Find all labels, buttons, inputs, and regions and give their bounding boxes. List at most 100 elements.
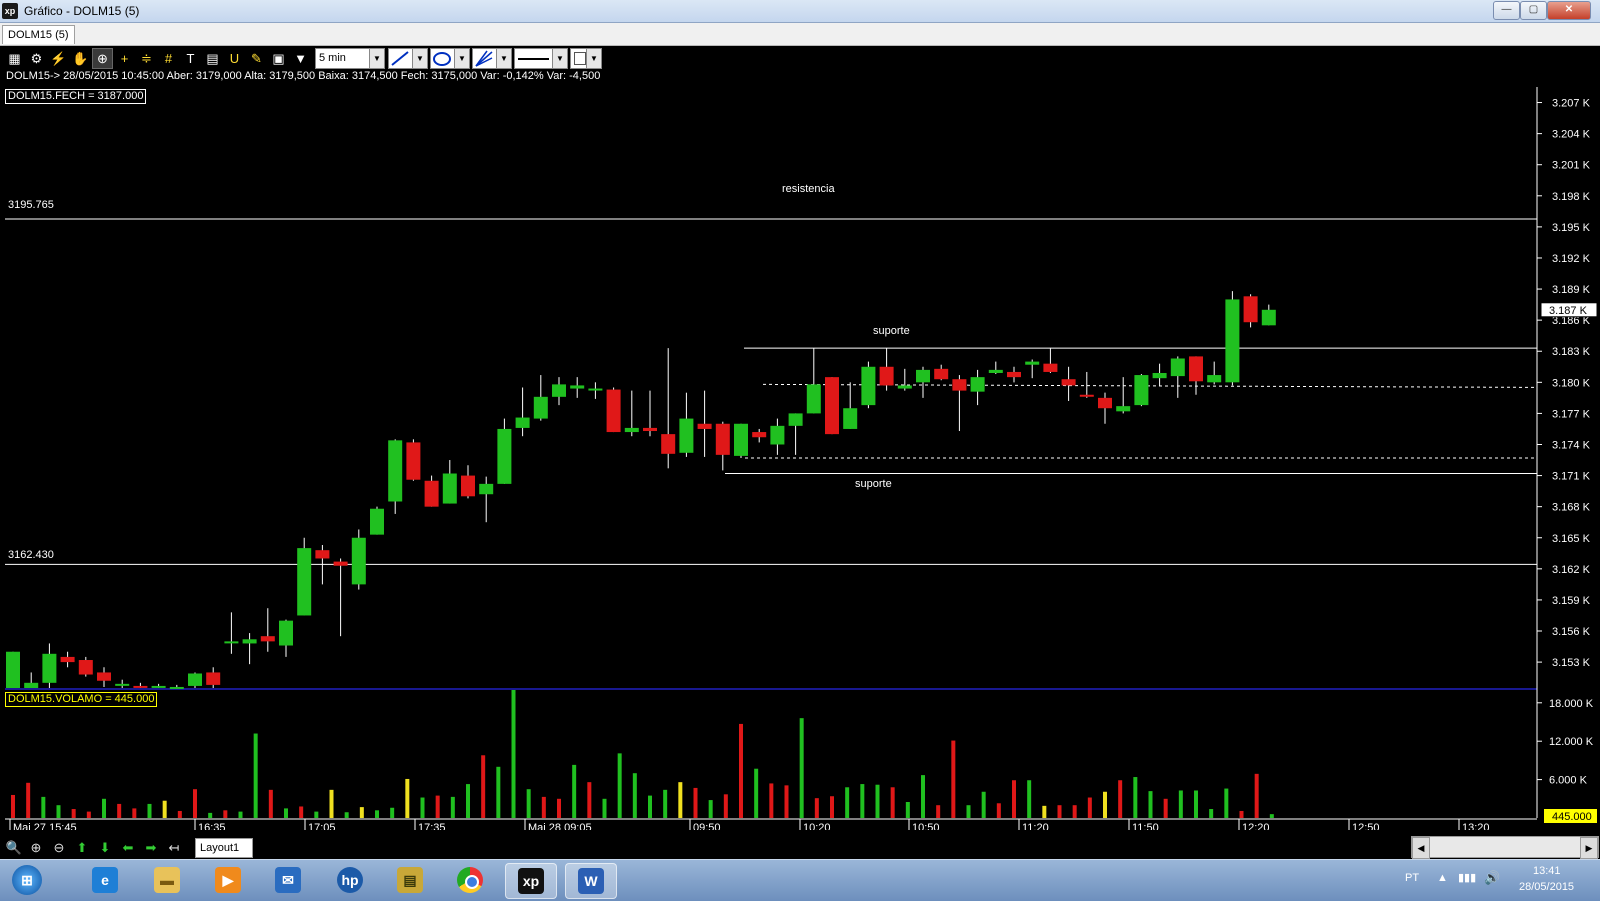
candle-body xyxy=(1189,356,1203,382)
volume-bar xyxy=(1163,798,1168,818)
show-hidden-icons-icon[interactable]: ▲ xyxy=(1437,872,1448,884)
candle-body xyxy=(1079,394,1094,397)
calculator-icon[interactable]: ▤ xyxy=(203,49,222,68)
file-explorer-icon[interactable]: ▬ xyxy=(142,863,192,897)
settings-gear-icon[interactable]: ⚙ xyxy=(27,49,46,68)
xp-broker-icon[interactable]: xp xyxy=(505,863,557,899)
zoom-out-icon[interactable]: ⊖ xyxy=(50,839,68,856)
volume-bar xyxy=(1254,773,1259,818)
zoom-in-icon[interactable]: ⊕ xyxy=(27,839,45,856)
minimize-button[interactable]: — xyxy=(1493,1,1520,20)
horizontal-scrollbar[interactable]: ◀ ▶ xyxy=(1411,836,1599,859)
candle-body xyxy=(333,561,348,566)
volume-bar xyxy=(1133,777,1138,818)
internet-explorer-icon[interactable]: e xyxy=(80,863,130,897)
timeframe-select[interactable]: 5 min ▼ xyxy=(315,48,385,69)
text-tool-icon[interactable]: T xyxy=(181,49,200,68)
line-style-select[interactable]: ▼ xyxy=(514,48,568,69)
volume-bar xyxy=(1194,790,1198,818)
candle-body xyxy=(297,548,312,616)
scroll-left-icon[interactable]: ◀ xyxy=(1412,837,1430,859)
tab-dolm15[interactable]: DOLM15 (5) xyxy=(2,25,75,44)
candle-body xyxy=(515,417,530,428)
volume-bar xyxy=(1027,780,1032,818)
volume-bar xyxy=(496,766,501,818)
hand-pan-icon[interactable]: ✋ xyxy=(71,49,90,68)
scroll-right-icon[interactable]: ▶ xyxy=(1580,837,1598,859)
archive-icon[interactable]: ▤ xyxy=(385,863,435,897)
chart-type-icon[interactable]: ▦ xyxy=(5,49,24,68)
media-player-icon[interactable]: ▶ xyxy=(203,863,253,897)
price-tick-label: 3.153 K xyxy=(1552,657,1591,669)
tab-layout1[interactable]: Layout1 xyxy=(195,838,253,858)
filter-icon[interactable]: ▼ xyxy=(291,49,310,68)
volume-bar xyxy=(405,778,410,818)
network-icon[interactable]: ▮▮▮ xyxy=(1458,871,1476,884)
volume-bar xyxy=(481,755,486,818)
volume-bar xyxy=(905,802,910,818)
chevron-down-icon: ▼ xyxy=(552,49,567,68)
line-style-icon xyxy=(518,58,549,60)
candle-body xyxy=(1207,375,1222,383)
volume-bar xyxy=(769,783,774,818)
candle-body xyxy=(861,366,876,406)
arrow-left-icon[interactable]: ⬅ xyxy=(119,839,137,856)
volume-bar xyxy=(375,810,379,818)
fibonacci-icon[interactable]: ≑ xyxy=(137,49,156,68)
zoom-fit-icon[interactable]: 🔍 xyxy=(5,839,23,856)
line-tool-select[interactable]: ▼ xyxy=(388,48,428,69)
volume-bar xyxy=(663,789,668,818)
time-tick-label: 17:35 xyxy=(418,822,446,830)
candle-body xyxy=(1261,309,1276,326)
price-series-legend[interactable]: DOLM15.FECH = 3187.000 xyxy=(5,89,147,104)
color-select[interactable]: ▼ xyxy=(570,48,602,69)
chevron-down-icon: ▼ xyxy=(412,49,427,68)
magnet-icon[interactable]: U xyxy=(225,49,244,68)
arrow-right-icon[interactable]: ➡ xyxy=(142,839,160,856)
indicator-icon[interactable]: ⚡ xyxy=(49,49,68,68)
volume-bar xyxy=(830,796,834,818)
clock-date[interactable]: 28/05/2015 xyxy=(1519,881,1574,893)
candle-body xyxy=(715,423,730,455)
candlestick-chart[interactable]: resistencia suporte suporte 3195.765 3162.43… xyxy=(0,70,1600,830)
price-tick-label: 3.207 K xyxy=(1552,98,1591,110)
arrow-down-icon[interactable]: ⬇ xyxy=(96,839,114,856)
price-tick-label: 3.201 K xyxy=(1552,160,1591,172)
volume-bar xyxy=(71,809,76,818)
shape-tool-select[interactable]: ▼ xyxy=(430,48,470,69)
clipboard-icon[interactable]: ▣ xyxy=(269,49,288,68)
arrow-up-icon[interactable]: ⬆ xyxy=(73,839,91,856)
fan-tool-select[interactable]: ▼ xyxy=(472,48,512,69)
outlook-icon[interactable]: ✉ xyxy=(263,863,313,897)
restore-button[interactable]: ▢ xyxy=(1520,1,1547,20)
volume-bar xyxy=(344,812,349,818)
grid-icon[interactable]: # xyxy=(159,49,178,68)
price-tick-label: 3.177 K xyxy=(1552,408,1591,420)
candle-body xyxy=(370,508,384,535)
chrome-icon[interactable] xyxy=(445,863,495,897)
volume-series-legend[interactable]: DOLM15.VOLAMO = 445.000 xyxy=(5,692,158,707)
price-tick-label: 3.162 K xyxy=(1552,564,1591,576)
volume-bar xyxy=(450,796,455,818)
close-button[interactable]: ✕ xyxy=(1547,1,1591,20)
chart-lines: resistencia suporte suporte 3195.765 3162.43… xyxy=(5,87,1538,820)
candle-body xyxy=(6,651,20,688)
candle-body xyxy=(97,672,111,681)
candle-body xyxy=(1116,406,1131,412)
volume-bar xyxy=(1209,809,1214,818)
hp-icon[interactable]: hp xyxy=(325,863,375,897)
order-icon[interactable]: ✎ xyxy=(247,49,266,68)
candle-body xyxy=(497,428,512,484)
word-icon[interactable]: W xyxy=(565,863,617,899)
clock-time[interactable]: 13:41 xyxy=(1533,865,1561,877)
ellipse-icon xyxy=(433,52,451,66)
crosshair-icon[interactable]: ⊕ xyxy=(92,48,113,69)
time-tick-label: Mai 27 15:45 xyxy=(13,822,77,830)
windows-start-icon[interactable]: ⊞ xyxy=(2,863,52,897)
cursor-icon[interactable]: + xyxy=(115,49,134,68)
volume-icon[interactable]: 🔊 xyxy=(1484,870,1500,886)
volume-tick-label: 18.000 K xyxy=(1549,698,1594,710)
volume-bar xyxy=(284,808,288,818)
scroll-end-icon[interactable]: ↤ xyxy=(165,839,183,856)
language-indicator[interactable]: PT xyxy=(1405,872,1419,884)
